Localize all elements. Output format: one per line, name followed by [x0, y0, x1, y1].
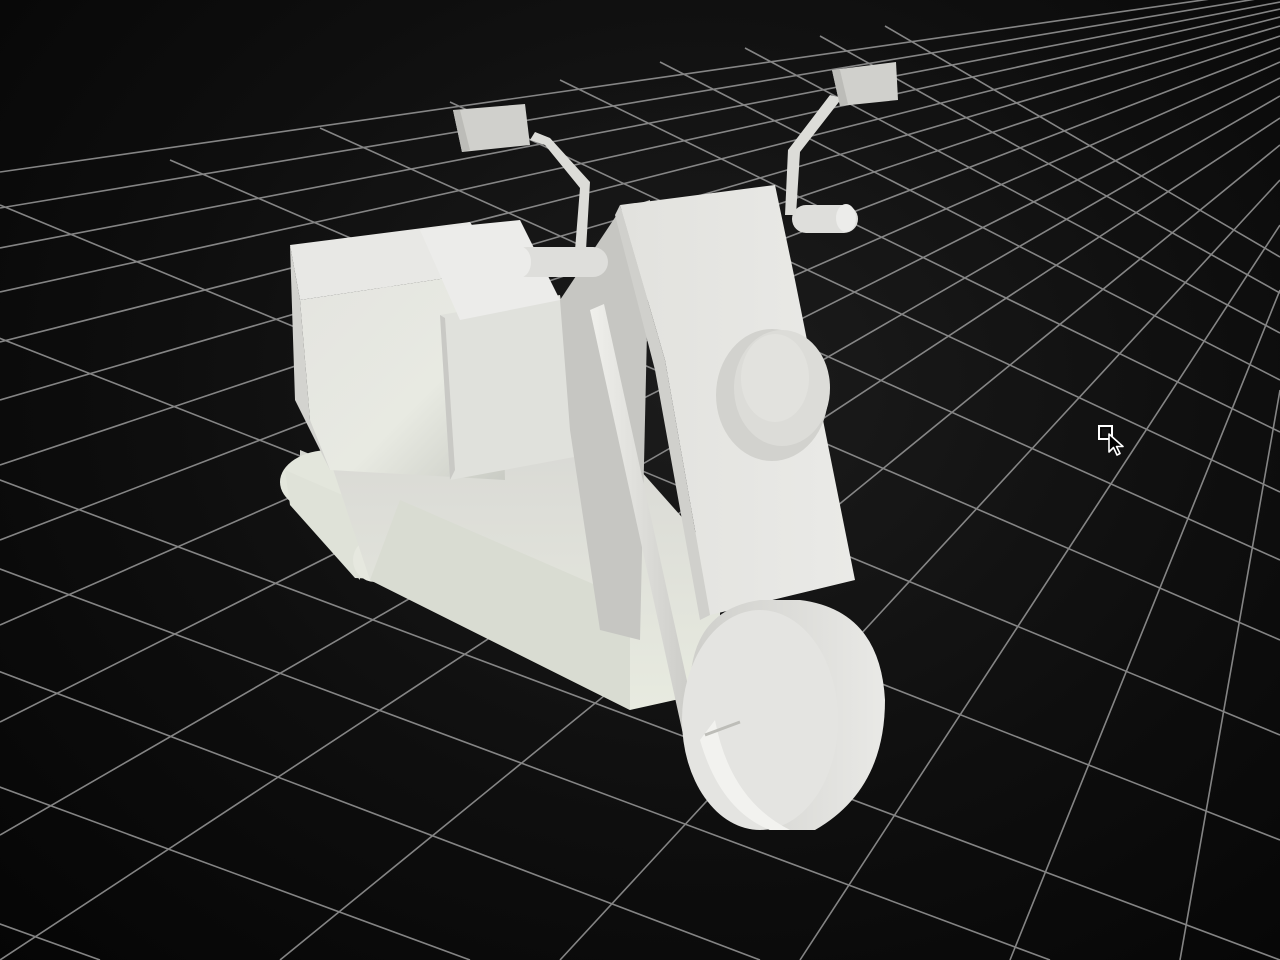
- 3d-viewport[interactable]: [0, 0, 1280, 960]
- front-wheel: [682, 600, 885, 830]
- left-mirror-stem: [530, 132, 590, 250]
- select-arrow-cursor-icon: [1098, 425, 1124, 456]
- 3d-scene[interactable]: [0, 0, 1280, 960]
- left-mirror: [453, 104, 530, 152]
- right-mirror-stem: [785, 95, 842, 215]
